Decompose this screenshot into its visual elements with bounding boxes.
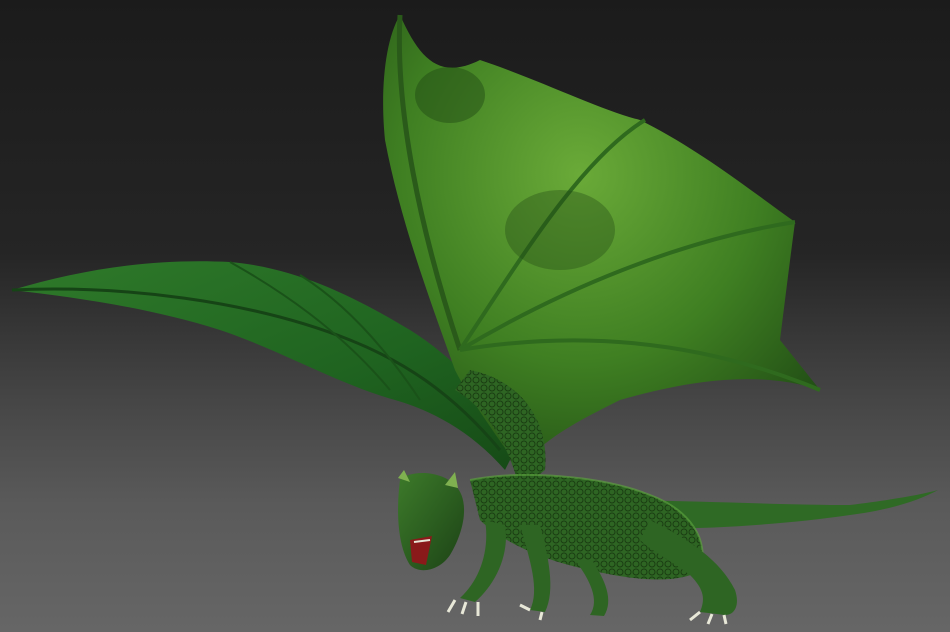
head (398, 470, 465, 571)
dragon-render (11, 14, 938, 625)
3d-viewport[interactable] (0, 0, 950, 632)
